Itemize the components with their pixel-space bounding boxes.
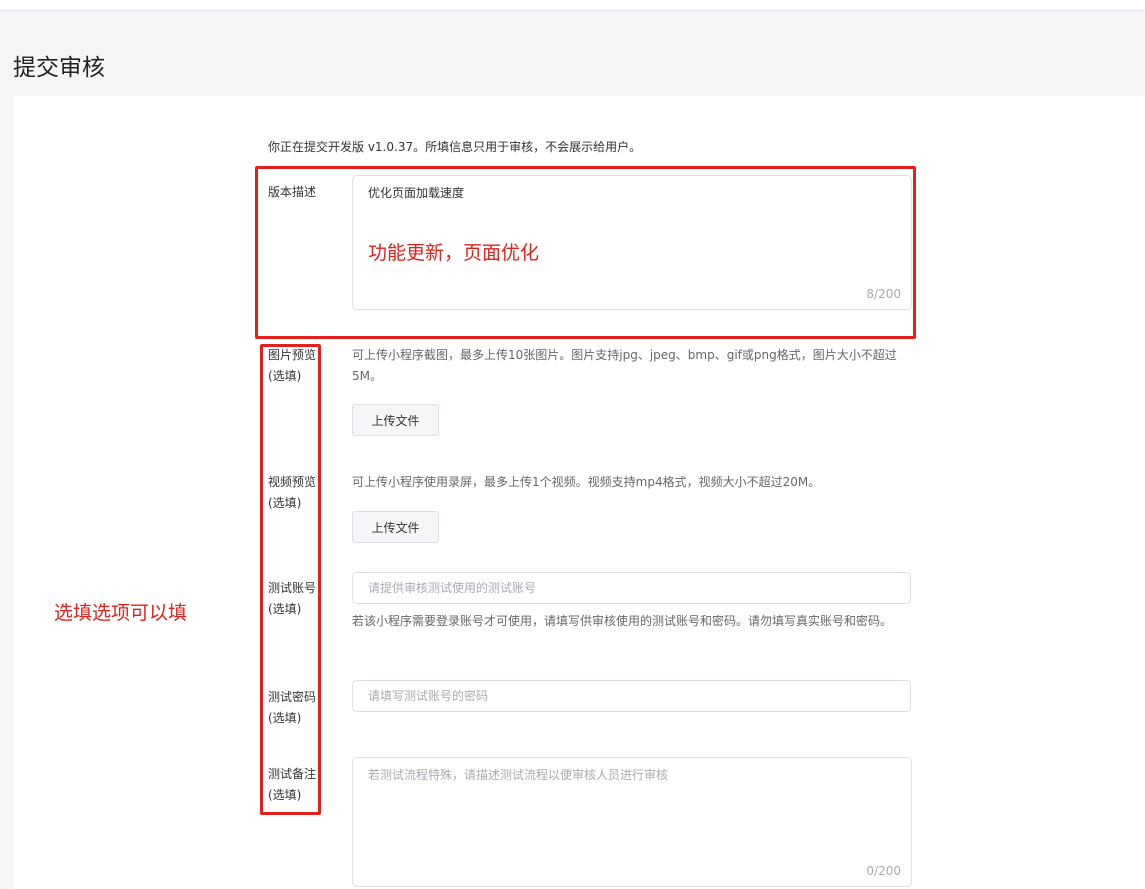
test-password-input[interactable]	[352, 680, 911, 712]
video-preview-hint: 可上传小程序使用录屏，最多上传1个视频。视频支持mp4格式，视频大小不超过20M…	[352, 475, 821, 489]
top-bar	[0, 0, 1145, 11]
optional-note-annotation: 选填选项可以填	[54, 602, 188, 624]
version-desc-highlight-box	[255, 166, 916, 339]
submit-intro-text: 你正在提交开发版 v1.0.37。所填信息只用于审核，不会展示给用户。	[268, 140, 642, 154]
page-title: 提交审核	[13, 55, 105, 81]
test-notes-textarea[interactable]: 若测试流程特殊，请描述测试流程以便审核人员进行审核 0/200	[352, 757, 912, 887]
test-notes-counter: 0/200	[866, 864, 901, 878]
test-notes-placeholder: 若测试流程特殊，请描述测试流程以便审核人员进行审核	[368, 768, 669, 782]
video-upload-button[interactable]: 上传文件	[352, 511, 439, 543]
test-account-input[interactable]	[352, 572, 911, 604]
image-upload-button[interactable]: 上传文件	[352, 404, 439, 436]
test-account-hint: 若该小程序需要登录账号才可使用，请填写供审核使用的测试账号和密码。请勿填写真实账…	[352, 614, 893, 628]
image-preview-hint: 可上传小程序截图，最多上传10张图片。图片支持jpg、jpeg、bmp、gif或…	[352, 348, 897, 383]
optional-fields-highlight-box	[260, 344, 321, 815]
version-note-annotation: 功能更新，页面优化	[368, 242, 540, 264]
